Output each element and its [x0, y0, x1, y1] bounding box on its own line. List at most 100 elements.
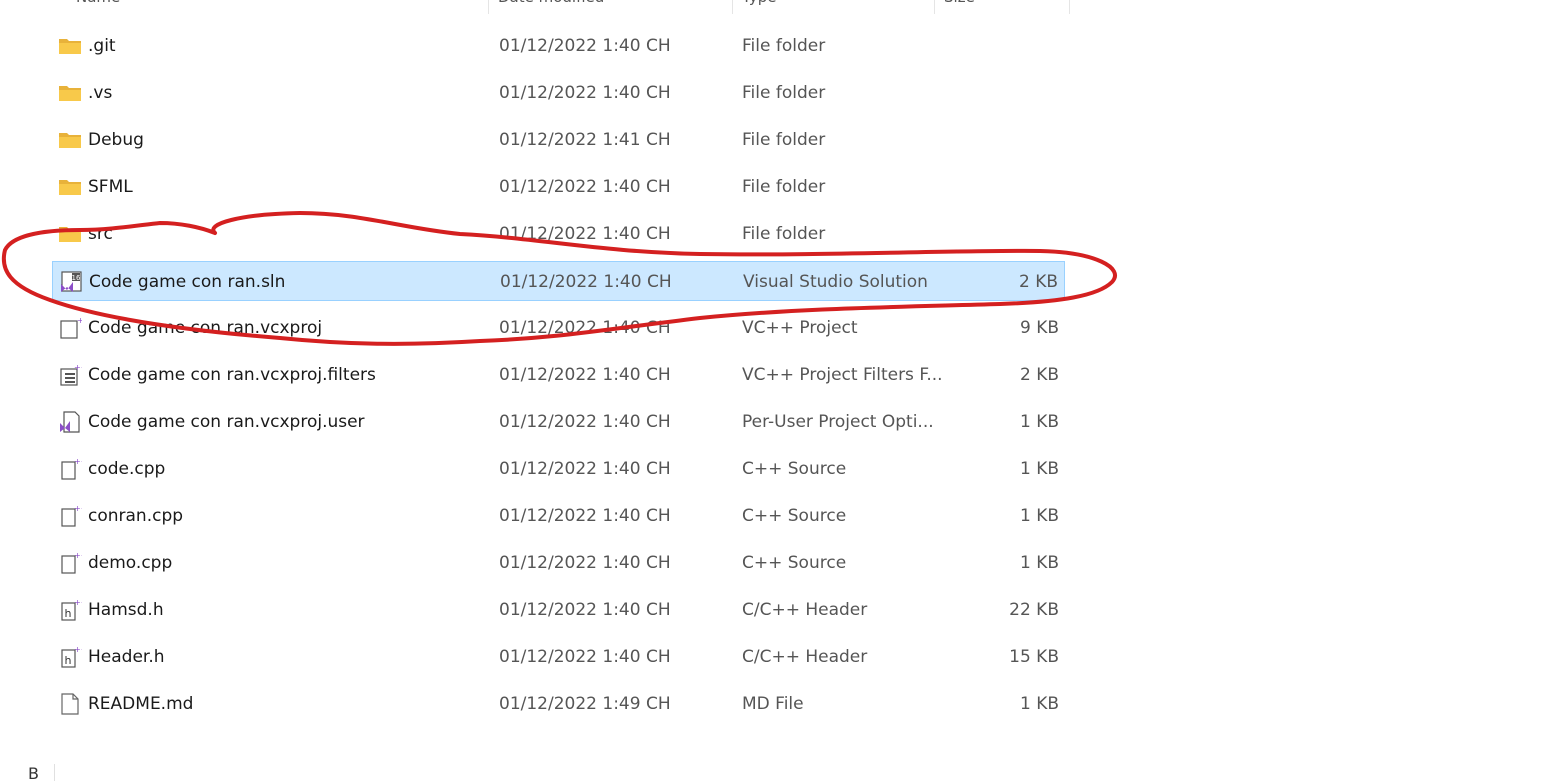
column-type[interactable]: Type [742, 0, 776, 14]
header-file-icon: h++ [58, 645, 87, 669]
file-date-modified: 01/12/2022 1:40 CH [499, 553, 671, 573]
file-size: 1 KB [1019, 694, 1059, 714]
file-name: README.md [88, 694, 194, 714]
folder-icon [58, 128, 82, 152]
svg-text:h: h [65, 607, 72, 620]
file-date-modified: 01/12/2022 1:40 CH [499, 224, 671, 244]
file-type: File folder [742, 130, 826, 150]
file-date-modified: 01/12/2022 1:40 CH [499, 318, 671, 338]
column-divider[interactable] [934, 0, 935, 14]
file-type: Per-User Project Opti... [742, 412, 934, 432]
file-date-modified: 01/12/2022 1:40 CH [499, 36, 671, 56]
file-name: code.cpp [88, 459, 166, 479]
file-size: 1 KB [1019, 412, 1059, 432]
file-type: C++ Source [742, 553, 847, 573]
file-row[interactable]: Debug 01/12/2022 1:41 CH File folder [52, 120, 1065, 160]
file-date-modified: 01/12/2022 1:40 CH [500, 272, 672, 292]
file-row[interactable]: h++Hamsd.h01/12/2022 1:40 CHC/C++ Header… [52, 590, 1065, 630]
file-date-modified: 01/12/2022 1:49 CH [499, 694, 671, 714]
file-name: demo.cpp [88, 553, 173, 573]
folder-icon [58, 222, 82, 246]
svg-text:++: ++ [74, 598, 82, 607]
file-name: src [88, 224, 113, 244]
svg-text:++: ++ [74, 551, 82, 560]
svg-text:16: 16 [72, 274, 81, 282]
file-name: Code game con ran.vcxproj.user [88, 412, 365, 432]
folder-icon [58, 175, 82, 199]
file-name: .vs [88, 83, 113, 103]
file-size: 1 KB [1019, 459, 1059, 479]
file-type: VC++ Project [742, 318, 858, 338]
file-row[interactable]: .vs 01/12/2022 1:40 CH File folder [52, 73, 1065, 113]
file-date-modified: 01/12/2022 1:40 CH [499, 83, 671, 103]
file-row[interactable]: ++ Code game con ran.vcxproj.filters 01/12… [52, 355, 1065, 395]
file-date-modified: 01/12/2022 1:40 CH [499, 177, 671, 197]
header-file-icon: h++ [58, 598, 87, 622]
file-type: Visual Studio Solution [743, 272, 928, 292]
column-date-modified[interactable]: Date modified [498, 0, 604, 14]
file-type: C++ Source [742, 506, 847, 526]
file-row[interactable]: src 01/12/2022 1:40 CH File folder [52, 214, 1065, 254]
svg-text:++: ++ [74, 457, 82, 466]
file-row[interactable]: ++ conran.cpp 01/12/2022 1:40 CH C++ Source… [52, 496, 1065, 536]
file-type: File folder [742, 177, 826, 197]
file-name: Hamsd.h [88, 600, 164, 620]
status-bar-divider [54, 764, 55, 781]
file-type: File folder [742, 36, 826, 56]
file-date-modified: 01/12/2022 1:40 CH [499, 600, 671, 620]
column-name[interactable]: Name [76, 0, 120, 14]
file-row[interactable]: ++ Code game con ran.vcxproj 01/12/2022 1:… [52, 308, 1065, 348]
file-row[interactable]: h++Header.h01/12/2022 1:40 CHC/C++ Heade… [52, 637, 1065, 677]
status-bar-text: B [28, 764, 39, 783]
column-header: Name Date modified Type Size [0, 0, 1070, 14]
folder-icon [58, 34, 82, 58]
column-divider[interactable] [488, 0, 489, 14]
svg-text:++: ++ [74, 504, 82, 513]
column-divider[interactable] [1069, 0, 1070, 14]
file-date-modified: 01/12/2022 1:40 CH [499, 412, 671, 432]
vs-user-icon [58, 410, 82, 434]
vcxproj-icon: ++ [58, 316, 90, 340]
file-date-modified: 01/12/2022 1:40 CH [499, 506, 671, 526]
file-row[interactable]: ++ code.cpp 01/12/2022 1:40 CH C++ Source 1 … [52, 449, 1065, 489]
file-date-modified: 01/12/2022 1:40 CH [499, 459, 671, 479]
file-type: File folder [742, 83, 826, 103]
file-row[interactable]: ++ demo.cpp 01/12/2022 1:40 CH C++ Source 1 … [52, 543, 1065, 583]
file-type: MD File [742, 694, 804, 714]
file-size: 2 KB [1019, 365, 1059, 385]
file-row[interactable]: README.md 01/12/2022 1:49 CH MD File 1 KB [52, 684, 1065, 724]
file-name: SFML [88, 177, 133, 197]
svg-text:++: ++ [74, 363, 82, 372]
column-size[interactable]: Size [944, 0, 975, 14]
file-date-modified: 01/12/2022 1:41 CH [499, 130, 671, 150]
file-name: Debug [88, 130, 144, 150]
file-size: 15 KB [1009, 647, 1059, 667]
file-size: 2 KB [1018, 272, 1058, 292]
svg-text:h: h [65, 654, 72, 667]
svg-text:++: ++ [74, 645, 82, 654]
file-row[interactable]: .git 01/12/2022 1:40 CH File folder [52, 26, 1065, 66]
blank-file-icon [58, 692, 82, 716]
file-name: Code game con ran.sln [89, 272, 286, 292]
file-name: conran.cpp [88, 506, 184, 526]
vs-solution-icon: 16 [59, 270, 83, 294]
svg-text:++: ++ [77, 316, 82, 325]
file-type: File folder [742, 224, 826, 244]
file-size: 22 KB [1009, 600, 1059, 620]
file-name: Header.h [88, 647, 165, 667]
file-row[interactable]: Code game con ran.vcxproj.user 01/12/2022… [52, 402, 1065, 442]
file-type: VC++ Project Filters F... [742, 365, 943, 385]
cpp-file-icon: ++ [58, 504, 87, 528]
file-size: 1 KB [1019, 506, 1059, 526]
file-type: C/C++ Header [742, 600, 868, 620]
file-date-modified: 01/12/2022 1:40 CH [499, 365, 671, 385]
file-name: Code game con ran.vcxproj.filters [88, 365, 376, 385]
file-row[interactable]: SFML 01/12/2022 1:40 CH File folder [52, 167, 1065, 207]
file-size: 1 KB [1019, 553, 1059, 573]
column-divider[interactable] [732, 0, 733, 14]
file-name: .git [88, 36, 116, 56]
file-type: C/C++ Header [742, 647, 868, 667]
file-row[interactable]: 16 Code game con ran.sln 01/12/2022 1:40 C… [52, 261, 1065, 301]
file-type: C++ Source [742, 459, 847, 479]
cpp-file-icon: ++ [58, 457, 87, 481]
